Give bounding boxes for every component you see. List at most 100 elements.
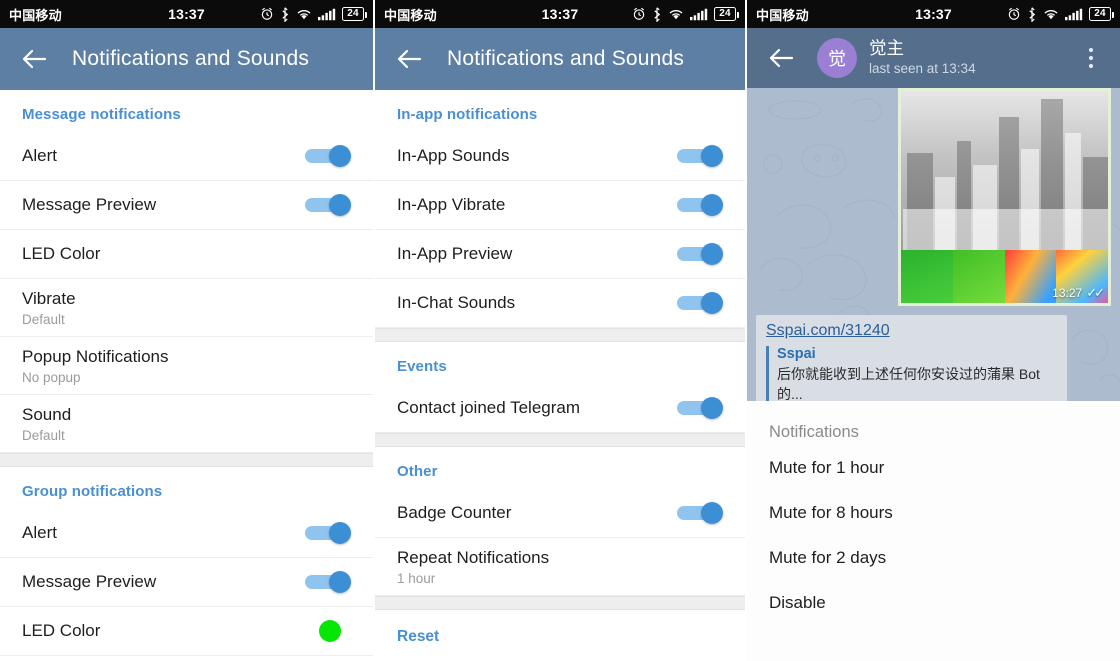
- bluetooth-icon: [282, 6, 289, 22]
- avatar-initial: 觉: [828, 49, 846, 69]
- page-title: Notifications and Sounds: [447, 47, 685, 70]
- link-url[interactable]: Sspai.com/31240: [766, 322, 1057, 340]
- battery-level: 24: [719, 8, 731, 19]
- row-message-preview[interactable]: Message Preview: [0, 181, 373, 230]
- row-group-led-color[interactable]: LED Color: [0, 607, 373, 656]
- row-title: Badge Counter: [397, 503, 512, 523]
- link-accent-bar: [766, 346, 769, 401]
- chat-app-bar: 觉 觉主 last seen at 13:34: [747, 28, 1120, 88]
- wifi-icon: [297, 9, 311, 19]
- toggle-in-app-vibrate[interactable]: [677, 194, 723, 216]
- message-timestamp: 13:27 ✓✓: [1052, 285, 1105, 300]
- row-title: Sound: [22, 405, 72, 424]
- row-in-app-vibrate[interactable]: In-App Vibrate: [375, 181, 745, 230]
- row-title: Message Preview: [22, 572, 157, 592]
- alarm-icon: [633, 7, 645, 20]
- row-subtitle: 1 hour: [397, 571, 436, 587]
- overflow-menu-icon[interactable]: [1076, 38, 1106, 78]
- row-group-alert[interactable]: Alert: [0, 509, 373, 558]
- row-in-chat-sounds[interactable]: In-Chat Sounds: [375, 279, 745, 328]
- row-title: Contact joined Telegram: [397, 398, 581, 418]
- link-description: 后你就能收到上述任何你安设过的蒲果 Bot 的...: [777, 366, 1040, 401]
- alarm-icon: [1008, 7, 1020, 20]
- toggle-group-message-preview[interactable]: [305, 571, 351, 593]
- battery-level: 24: [347, 8, 359, 19]
- row-title: In-App Vibrate: [397, 195, 506, 215]
- row-in-app-sounds[interactable]: In-App Sounds: [375, 132, 745, 181]
- row-group-message-preview[interactable]: Message Preview: [0, 558, 373, 607]
- row-in-app-preview[interactable]: In-App Preview: [375, 230, 745, 279]
- toggle-in-chat-sounds[interactable]: [677, 292, 723, 314]
- toggle-alert[interactable]: [305, 145, 351, 167]
- photo-message[interactable]: 13:27 ✓✓: [898, 88, 1111, 306]
- row-repeat-notifications[interactable]: Repeat Notifications 1 hour: [375, 538, 745, 596]
- signal-icon: [318, 8, 336, 20]
- page-title: Notifications and Sounds: [72, 47, 310, 70]
- sheet-option-mute-2-days[interactable]: Mute for 2 days: [747, 532, 1120, 577]
- sheet-title: Notifications: [769, 423, 859, 441]
- row-title: Vibrate: [22, 289, 76, 308]
- back-arrow-icon[interactable]: [389, 39, 429, 79]
- row-popup-notifications[interactable]: Popup Notifications No popup: [0, 337, 373, 395]
- wifi-icon: [669, 9, 683, 19]
- row-led-color[interactable]: LED Color: [0, 230, 373, 279]
- row-title: Message Preview: [22, 195, 157, 215]
- contact-status: last seen at 13:34: [869, 60, 976, 76]
- panel-chat-notifications-sheet: 中国移动 13:37 24 觉 觉主 last seen at 13:34 13…: [745, 0, 1120, 661]
- app-bar: Notifications and Sounds: [0, 28, 373, 90]
- three-phone-screenshots: 中国移动 13:37 24 Notifications and Sounds M…: [0, 0, 1120, 661]
- carrier-label: 中国移动: [9, 7, 62, 23]
- section-header-in-app-notifications: In-app notifications: [397, 106, 538, 123]
- row-subtitle: No popup: [22, 370, 81, 386]
- row-subtitle: Default: [22, 428, 65, 444]
- row-title: In-App Preview: [397, 244, 513, 264]
- row-reset[interactable]: Reset: [375, 610, 745, 660]
- sheet-option-mute-8-hours[interactable]: Mute for 8 hours: [747, 487, 1120, 532]
- row-title: In-Chat Sounds: [397, 293, 516, 313]
- back-arrow-icon[interactable]: [14, 39, 54, 79]
- row-sound[interactable]: Sound Default: [0, 395, 373, 453]
- row-title: Popup Notifications: [22, 347, 169, 366]
- battery-icon: 24: [1089, 7, 1115, 21]
- toggle-in-app-preview[interactable]: [677, 243, 723, 265]
- alarm-icon: [261, 7, 273, 20]
- avatar[interactable]: 觉: [817, 38, 857, 78]
- row-alert[interactable]: Alert: [0, 132, 373, 181]
- row-title: LED Color: [22, 621, 101, 641]
- carrier-label: 中国移动: [756, 7, 809, 23]
- toggle-message-preview[interactable]: [305, 194, 351, 216]
- section-divider: [375, 328, 745, 342]
- toggle-in-app-sounds[interactable]: [677, 145, 723, 167]
- wifi-icon: [1044, 9, 1058, 19]
- row-vibrate[interactable]: Vibrate Default: [0, 279, 373, 337]
- section-header-message-notifications: Message notifications: [22, 106, 181, 123]
- signal-icon: [1065, 8, 1083, 20]
- row-title: Alert: [22, 146, 57, 166]
- row-title: In-App Sounds: [397, 146, 510, 166]
- panel-inapp-notifications: 中国移动 13:37 24 Notifications and Sounds I…: [373, 0, 745, 661]
- bluetooth-icon: [1029, 6, 1036, 22]
- status-bar: 中国移动 13:37 24: [0, 0, 373, 28]
- link-site-name: Sspai: [777, 346, 816, 362]
- signal-icon: [690, 8, 708, 20]
- section-header-other: Other: [397, 463, 438, 480]
- read-receipt-icon: ✓✓: [1086, 285, 1105, 300]
- cityscape-photo: [901, 91, 1108, 250]
- link-preview-card[interactable]: Sspai.com/31240 Sspai 后你就能收到上述任何你安设过的蒲果 …: [756, 315, 1067, 401]
- toggle-badge-counter[interactable]: [677, 502, 723, 524]
- toggle-group-alert[interactable]: [305, 522, 351, 544]
- sheet-option-disable[interactable]: Disable: [747, 577, 1120, 622]
- status-bar: 中国移动 13:37 24: [747, 0, 1120, 28]
- settings-list-1: Message notifications Alert Message Prev…: [0, 90, 373, 656]
- contact-name: 觉主: [869, 38, 904, 59]
- row-contact-joined-telegram[interactable]: Contact joined Telegram: [375, 384, 745, 433]
- back-arrow-icon[interactable]: [761, 38, 801, 78]
- section-divider: [0, 453, 373, 467]
- sheet-option-mute-1-hour[interactable]: Mute for 1 hour: [747, 442, 1120, 487]
- status-bar: 中国移动 13:37 24: [375, 0, 745, 28]
- row-badge-counter[interactable]: Badge Counter: [375, 489, 745, 538]
- row-title: Alert: [22, 523, 57, 543]
- led-color-swatch[interactable]: [319, 620, 341, 642]
- toggle-contact-joined[interactable]: [677, 397, 723, 419]
- section-header-group-notifications: Group notifications: [22, 483, 163, 500]
